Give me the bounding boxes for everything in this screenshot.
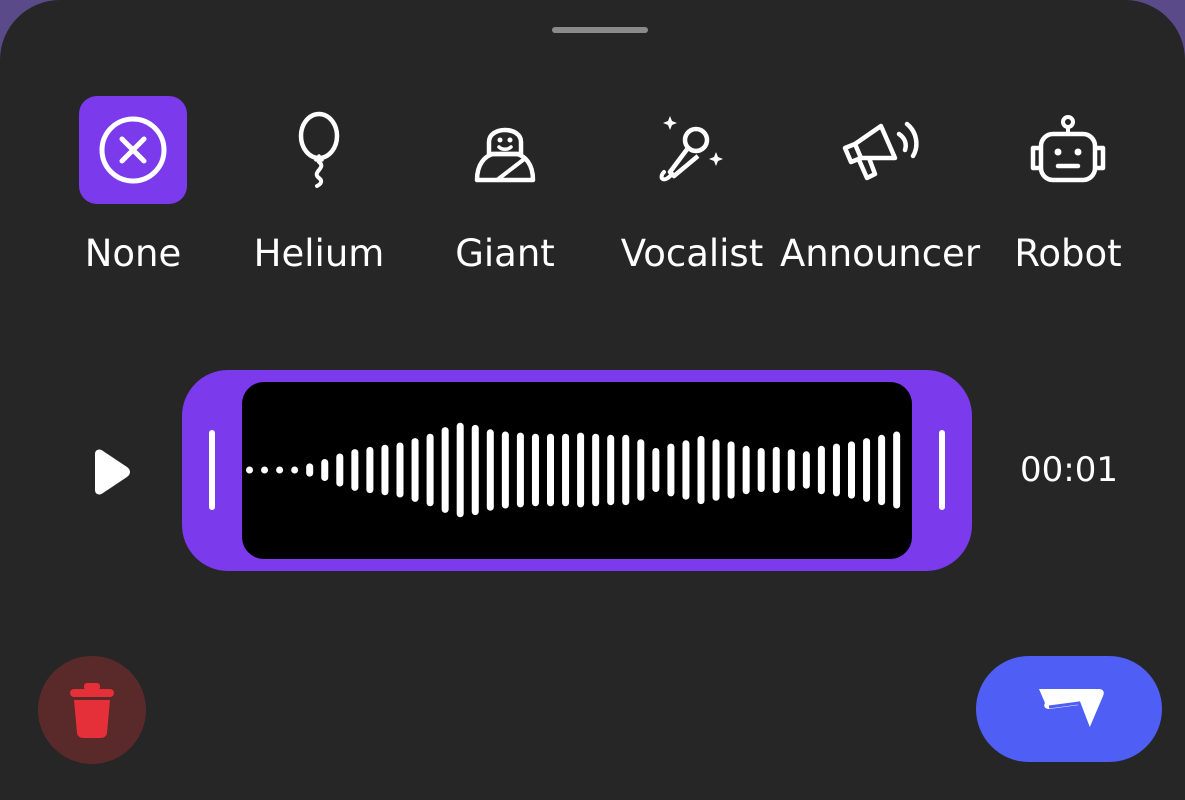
effect-label: Robot <box>1014 232 1122 275</box>
waveform-bar <box>817 445 825 495</box>
waveform-bar <box>501 431 509 509</box>
waveform-bar <box>261 466 269 474</box>
microphone-sparkle-icon <box>638 96 746 204</box>
waveform-bar <box>291 466 299 474</box>
waveform-bar <box>622 434 630 506</box>
effects-row: None Helium Giant Vocalist Announcer Rob… <box>0 96 1185 286</box>
waveform-bar <box>441 427 449 513</box>
duration-label: 00:01 <box>1020 450 1118 490</box>
effect-robot[interactable]: Robot <box>988 96 1148 286</box>
waveform-bar <box>246 466 253 474</box>
effect-label: None <box>84 232 182 275</box>
waveform-bar <box>306 463 314 477</box>
send-icon <box>1039 689 1104 730</box>
waveform-bar <box>682 440 690 500</box>
effect-none[interactable]: None <box>53 96 213 286</box>
effect-label: Giant <box>455 232 555 275</box>
waveform-bar <box>531 433 539 507</box>
waveform-bar <box>486 429 494 511</box>
trash-icon <box>70 683 114 738</box>
waveform-bar <box>802 451 810 489</box>
waveform-bar <box>878 434 886 506</box>
waveform-bar <box>832 443 840 497</box>
voice-effects-sheet: None Helium Giant Vocalist Announcer Rob… <box>0 0 1185 800</box>
balloon-icon <box>265 96 373 204</box>
waveform-bar <box>336 453 344 487</box>
waveform-bar <box>426 433 434 507</box>
waveform-bar <box>547 433 554 507</box>
waveform-bar <box>577 432 585 508</box>
waveform-bar <box>366 446 374 494</box>
effect-label: Announcer <box>779 232 981 275</box>
effect-announcer[interactable]: Announcer <box>780 96 980 286</box>
effect-helium[interactable]: Helium <box>239 96 399 286</box>
waveform-bar <box>516 432 524 508</box>
effect-label: Helium <box>253 232 385 275</box>
waveform-bar <box>787 449 795 491</box>
waveform-bar <box>697 435 705 505</box>
robot-icon <box>1014 96 1122 204</box>
giant-figure-icon <box>451 96 559 204</box>
waveform-bar <box>667 443 675 497</box>
waveform-bar <box>411 438 419 502</box>
waveform-bar <box>727 441 735 499</box>
effect-vocalist[interactable]: Vocalist <box>612 96 772 286</box>
waveform-bar <box>321 459 329 481</box>
waveform-bar <box>456 422 464 518</box>
trim-handle-left[interactable] <box>209 430 215 510</box>
waveform-bar <box>471 424 479 516</box>
waveform-bar <box>712 439 720 501</box>
waveform-bar <box>381 444 389 496</box>
delete-button[interactable] <box>38 656 146 764</box>
waveform-bar <box>652 448 660 492</box>
waveform-bar <box>742 445 750 495</box>
waveform-bar <box>848 441 855 499</box>
waveform-bar <box>772 446 780 494</box>
waveform-bar <box>562 433 570 507</box>
trim-handle-right[interactable] <box>939 430 945 510</box>
cancel-circle-icon <box>79 96 187 204</box>
waveform-bars <box>246 422 901 518</box>
waveform-display <box>242 382 912 559</box>
waveform-bar <box>757 448 765 492</box>
waveform-bar <box>351 449 359 491</box>
play-button[interactable] <box>86 448 134 496</box>
waveform-trimmer[interactable] <box>182 370 972 571</box>
effect-giant[interactable]: Giant <box>425 96 585 286</box>
megaphone-icon <box>826 96 934 204</box>
waveform-bar <box>893 431 901 509</box>
effect-label: Vocalist <box>620 232 764 275</box>
waveform-bar <box>276 466 284 474</box>
waveform-bar <box>396 442 404 498</box>
waveform-bar <box>592 433 600 507</box>
waveform-bar <box>637 439 645 501</box>
send-button[interactable] <box>976 656 1162 762</box>
drag-handle[interactable] <box>552 27 648 33</box>
waveform-bar <box>607 434 615 506</box>
waveform-bar <box>863 438 871 502</box>
play-icon <box>95 449 130 495</box>
